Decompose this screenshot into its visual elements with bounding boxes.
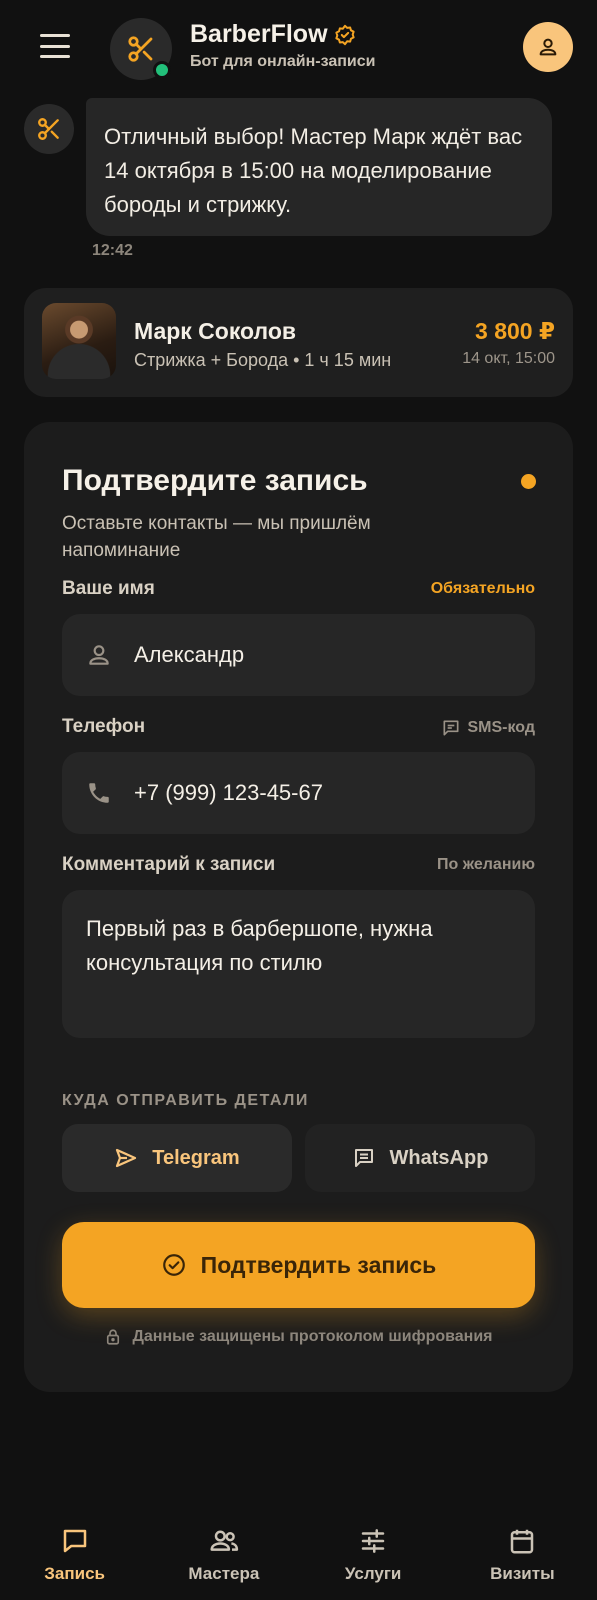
- nav-label: Мастера: [188, 1564, 260, 1583]
- menu-icon-bar: [40, 44, 70, 48]
- nav-label: Визиты: [490, 1564, 555, 1583]
- phone-value: +7 (999) 123-45-67: [134, 780, 323, 805]
- masters-icon: [210, 1530, 239, 1551]
- brand-name-row: BarberFlow: [190, 20, 375, 49]
- nav-item-booking[interactable]: Запись: [10, 1526, 140, 1584]
- security-text: Данные защищены протоколом шифрования: [132, 1328, 493, 1345]
- confirm-label: Подтвердить запись: [200, 1251, 437, 1278]
- nav-item-services[interactable]: Услуги: [308, 1526, 438, 1584]
- phone-hint: SMS-код: [441, 718, 535, 738]
- booking-date: 14 окт, 15:00: [462, 350, 555, 367]
- bot-message: Отличный выбор! Мастер Марк ждёт вас 14 …: [86, 98, 552, 236]
- nav-item-visits[interactable]: Визиты: [457, 1526, 587, 1584]
- bot-avatar: [24, 104, 74, 154]
- telegram-label: Telegram: [152, 1146, 240, 1169]
- app-header: BarberFlow Бот для онлайн-записи: [0, 0, 597, 96]
- message-time: 12:42: [92, 242, 133, 259]
- whatsapp-label: WhatsApp: [389, 1146, 489, 1169]
- comment-field[interactable]: Первый раз в барбершопе, нужна консульта…: [62, 890, 535, 1038]
- booking-price: 3 800 ₽: [475, 318, 555, 344]
- message-icon: [354, 1149, 373, 1167]
- sms-code-label: SMS-код: [467, 719, 535, 736]
- nav-label: Запись: [44, 1564, 105, 1583]
- security-note: Данные защищены протоколом шифрования: [24, 1328, 573, 1346]
- whatsapp-option-button[interactable]: WhatsApp: [305, 1124, 535, 1192]
- comment-hint: По желанию: [437, 856, 535, 874]
- scissors-icon: [38, 118, 59, 140]
- user-icon: [89, 645, 109, 665]
- online-status-dot: [153, 61, 171, 79]
- phone-label: Телефон: [62, 716, 146, 737]
- profile-button[interactable]: [523, 22, 573, 72]
- brand-logo: [110, 18, 172, 80]
- name-value: Александр: [134, 642, 245, 667]
- optional-label: По желанию: [437, 856, 535, 873]
- menu-button[interactable]: [40, 34, 70, 58]
- comment-label: Комментарий к записи: [62, 854, 276, 875]
- send-details-label: КУДА ОТПРАВИТЬ ДЕТАЛИ: [62, 1092, 309, 1109]
- bottom-nav: Запись Мастера Услуги Визиты: [0, 1512, 597, 1600]
- required-badge: Обязательно: [430, 580, 535, 597]
- name-label: Ваше имя: [62, 578, 155, 599]
- booking-service: Стрижка + Борода • 1 ч 15 мин: [134, 350, 392, 370]
- check-circle-icon: [162, 1254, 185, 1276]
- form-subtitle: Оставьте контакты — мы пришлём напоминан…: [62, 513, 371, 561]
- nav-label: Услуги: [344, 1564, 402, 1583]
- lock-icon: [107, 1329, 120, 1345]
- form-title: Подтвердите запись: [62, 464, 368, 497]
- master-name: Марк Соколов: [134, 318, 297, 344]
- confirm-form-card: Подтвердите запись Оставьте контакты — м…: [24, 422, 573, 1392]
- master-photo: [42, 303, 116, 379]
- name-field[interactable]: Александр: [62, 614, 535, 696]
- send-icon: [116, 1148, 137, 1168]
- menu-icon-bar: [40, 55, 70, 58]
- verified-badge-icon: [334, 24, 355, 45]
- name-hint: Обязательно: [431, 580, 535, 598]
- phone-icon: [89, 783, 109, 803]
- message-icon: [443, 720, 459, 736]
- brand-name: BarberFlow: [190, 20, 328, 48]
- status-dot: [521, 474, 536, 489]
- brand-subtitle: Бот для онлайн-записи: [190, 53, 376, 70]
- menu-icon-bar: [40, 34, 70, 37]
- booking-summary-card[interactable]: Марк Соколов Стрижка + Борода • 1 ч 15 м…: [24, 288, 573, 397]
- confirm-booking-button[interactable]: Подтвердить запись: [62, 1222, 535, 1308]
- sliders-icon: [361, 1529, 385, 1553]
- phone-field[interactable]: +7 (999) 123-45-67: [62, 752, 535, 834]
- chat-icon: [63, 1529, 86, 1553]
- calendar-icon: [511, 1529, 534, 1554]
- nav-item-masters[interactable]: Мастера: [159, 1526, 289, 1584]
- scissors-icon: [128, 36, 153, 62]
- user-icon: [539, 38, 557, 56]
- telegram-option-button[interactable]: Telegram: [62, 1124, 292, 1192]
- brand-block: BarberFlow Бот для онлайн-записи: [190, 20, 375, 71]
